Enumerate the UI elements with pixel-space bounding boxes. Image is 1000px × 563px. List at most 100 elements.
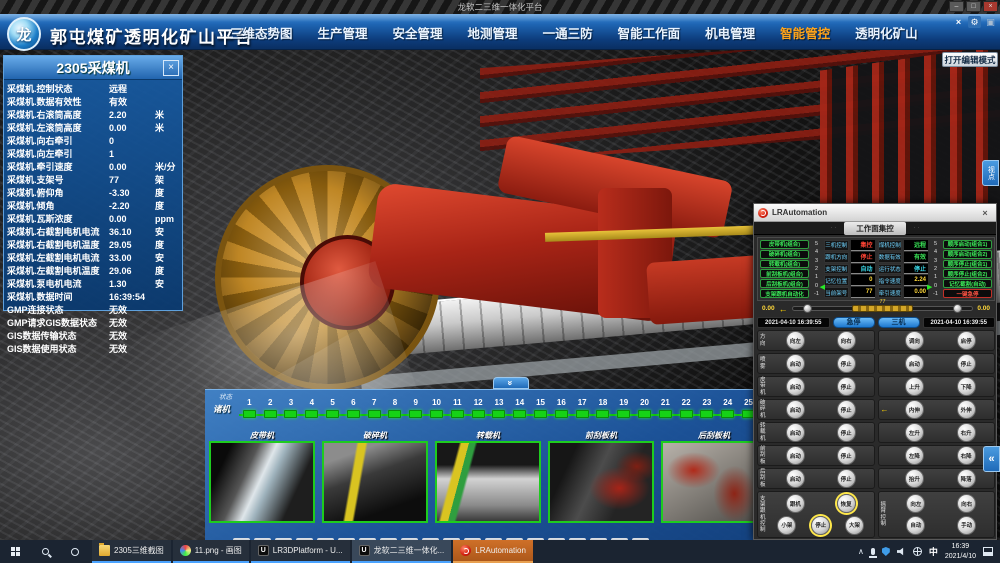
camera-thumbnail[interactable] bbox=[209, 441, 315, 523]
panel-collapse-handle[interactable]: « bbox=[983, 446, 1000, 472]
round-control-button[interactable]: 恢复 bbox=[837, 494, 856, 513]
round-control-button[interactable]: 启动 bbox=[905, 354, 924, 373]
combo-button[interactable]: 破碎机(组合) bbox=[760, 250, 809, 259]
tools-icon[interactable]: × bbox=[952, 16, 965, 28]
combo-button[interactable]: 皮带机(组合) bbox=[760, 240, 809, 249]
start-button[interactable] bbox=[0, 540, 30, 563]
round-control-button[interactable]: 向左 bbox=[906, 494, 925, 513]
round-control-button[interactable]: 自动 bbox=[906, 516, 925, 535]
taskbar-app[interactable]: LR3DPlatform - U... bbox=[251, 540, 350, 563]
round-control-button[interactable]: 启动 bbox=[786, 377, 805, 396]
camera-feed[interactable]: 破碎机 bbox=[322, 430, 428, 526]
clock[interactable]: 16:39 2021/4/10 bbox=[945, 542, 976, 560]
round-control-button[interactable]: 停止 bbox=[837, 423, 856, 442]
round-control-button[interactable]: 停止 bbox=[957, 354, 976, 373]
notification-icon[interactable] bbox=[983, 547, 993, 556]
camera-thumbnail[interactable] bbox=[322, 441, 428, 523]
close-icon[interactable]: × bbox=[163, 60, 179, 76]
lr-close-icon[interactable]: × bbox=[978, 208, 992, 218]
nav-menu-item[interactable]: 生产管理 bbox=[318, 23, 368, 42]
round-control-button[interactable]: 启动 bbox=[786, 400, 805, 419]
round-control-button[interactable]: 左升 bbox=[905, 423, 924, 442]
speaker-icon[interactable] bbox=[897, 547, 906, 556]
round-control-button[interactable]: 停止 bbox=[837, 446, 856, 465]
tab-workface-control[interactable]: 工作面集控 bbox=[844, 222, 906, 235]
taskbar-app[interactable]: 11.png - 画图 bbox=[173, 540, 249, 563]
maximize-button[interactable]: □ bbox=[966, 1, 981, 12]
window-mode-icon[interactable]: ▣ bbox=[984, 16, 997, 28]
round-control-button[interactable]: 右降 bbox=[957, 446, 976, 465]
round-control-button[interactable]: 外伸 bbox=[957, 400, 976, 419]
round-control-button[interactable]: 启动 bbox=[786, 469, 805, 488]
taskbar-app[interactable]: 龙软二三维一体化... bbox=[352, 540, 452, 563]
round-control-button[interactable]: 启动 bbox=[786, 423, 805, 442]
sequence-button[interactable]: 记忆截割(自动) bbox=[943, 279, 992, 288]
round-control-button[interactable]: 向左 bbox=[786, 331, 805, 350]
camera-thumbnail[interactable] bbox=[661, 441, 757, 523]
round-control-button[interactable]: 向右 bbox=[837, 331, 856, 350]
close-button[interactable]: × bbox=[983, 1, 998, 12]
camera-feed[interactable]: 转载机 bbox=[435, 430, 541, 526]
sequence-button[interactable]: 顺序停止(组合2) bbox=[943, 269, 992, 278]
round-control-button[interactable]: 抬升 bbox=[905, 469, 924, 488]
taskbar-app[interactable]: 2305三维截图 bbox=[92, 540, 171, 563]
task-view-button[interactable] bbox=[60, 540, 90, 563]
minimize-button[interactable]: – bbox=[949, 1, 964, 12]
blue-button-right[interactable]: 三机 bbox=[878, 317, 920, 328]
round-control-button[interactable]: 小架 bbox=[777, 516, 796, 535]
round-control-button[interactable]: 左降 bbox=[905, 446, 924, 465]
blue-button-left[interactable]: 急停 bbox=[833, 317, 875, 328]
camera-thumbnail[interactable] bbox=[548, 441, 654, 523]
round-control-button[interactable]: 右升 bbox=[957, 423, 976, 442]
round-control-button[interactable]: 向右 bbox=[957, 494, 976, 513]
taskbar-app[interactable]: LRAutomation bbox=[453, 540, 533, 563]
nav-menu-item[interactable]: 三维态势图 bbox=[230, 23, 293, 42]
chevron-down-icon[interactable]: » bbox=[493, 377, 529, 389]
sequence-button[interactable]: 顺序启动(组合1) bbox=[943, 240, 992, 249]
tray-expand-icon[interactable]: ∧ bbox=[858, 547, 864, 556]
emergency-stop-button[interactable]: 一键急停 bbox=[943, 289, 992, 298]
round-control-button[interactable]: 启停 bbox=[957, 331, 976, 350]
round-control-button[interactable]: 跟机 bbox=[786, 494, 805, 513]
round-control-button[interactable]: 启动 bbox=[786, 446, 805, 465]
combo-button[interactable]: 支架跟机自动化 bbox=[760, 289, 809, 298]
search-button[interactable] bbox=[30, 540, 60, 563]
camera-feed[interactable]: 前刮板机 bbox=[548, 430, 654, 526]
round-control-button[interactable]: 调向 bbox=[905, 331, 924, 350]
round-control-button[interactable]: 停止 bbox=[811, 516, 830, 535]
round-control-button[interactable]: 内伸 bbox=[905, 400, 924, 419]
nav-menu-item[interactable]: 一通三防 bbox=[543, 23, 593, 42]
open-edit-mode-button[interactable]: 打开编辑模式 bbox=[942, 52, 998, 67]
microphone-icon[interactable] bbox=[871, 548, 875, 555]
nav-menu-item[interactable]: 透明化矿山 bbox=[855, 23, 918, 42]
nav-menu-item[interactable]: 地测管理 bbox=[468, 23, 518, 42]
slider-knob-right[interactable] bbox=[953, 304, 962, 313]
round-control-button[interactable]: 停止 bbox=[837, 400, 856, 419]
round-control-button[interactable]: 下降 bbox=[957, 377, 976, 396]
round-control-button[interactable]: 停止 bbox=[837, 377, 856, 396]
camera-thumbnail[interactable] bbox=[435, 441, 541, 523]
sequence-button[interactable]: 顺序启动(组合2) bbox=[943, 250, 992, 259]
nav-menu-item[interactable]: 智能管控 bbox=[780, 23, 830, 42]
sequence-button[interactable]: 顺序停止(组合1) bbox=[943, 260, 992, 269]
position-slider[interactable]: 77 bbox=[792, 306, 974, 311]
viewpoint-tab[interactable]: 视点 bbox=[982, 160, 999, 186]
nav-menu-item[interactable]: 智能工作面 bbox=[618, 23, 681, 42]
network-icon[interactable] bbox=[913, 547, 922, 556]
round-control-button[interactable]: 停止 bbox=[837, 354, 856, 373]
gear-icon[interactable]: ⚙ bbox=[968, 16, 981, 28]
camera-feed[interactable]: 皮带机 bbox=[209, 430, 315, 526]
ime-indicator[interactable]: 中 bbox=[929, 545, 938, 558]
round-control-button[interactable]: 上升 bbox=[905, 377, 924, 396]
slider-knob-left[interactable] bbox=[803, 304, 812, 313]
round-control-button[interactable]: 启动 bbox=[786, 354, 805, 373]
camera-feed[interactable]: 后刮板机 bbox=[661, 430, 757, 526]
combo-button[interactable]: 前刮板机(组合) bbox=[760, 269, 809, 278]
combo-button[interactable]: 转载机(组合) bbox=[760, 260, 809, 269]
round-control-button[interactable]: 大架 bbox=[845, 516, 864, 535]
security-shield-icon[interactable] bbox=[882, 547, 890, 556]
nav-menu-item[interactable]: 机电管理 bbox=[705, 23, 755, 42]
round-control-button[interactable]: 停止 bbox=[837, 469, 856, 488]
combo-button[interactable]: 后刮板机(组合) bbox=[760, 279, 809, 288]
nav-menu-item[interactable]: 安全管理 bbox=[393, 23, 443, 42]
